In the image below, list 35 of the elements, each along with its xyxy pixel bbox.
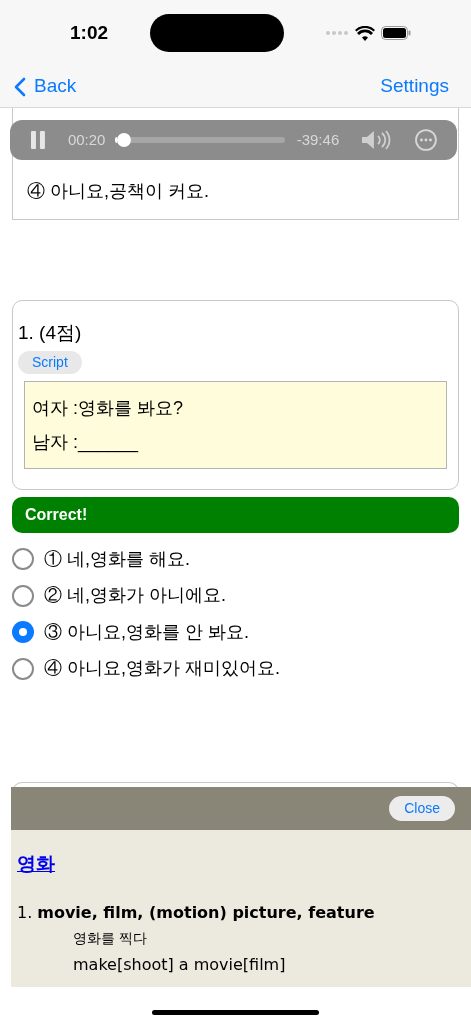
answer-option-text: ② 네,영화가 아니에요. xyxy=(44,584,227,608)
headword-link[interactable]: 영화 xyxy=(17,853,55,874)
example-text: make[shoot] a movie[film] xyxy=(72,953,287,976)
wifi-icon xyxy=(355,25,375,41)
remaining-time: -39:46 xyxy=(296,129,340,150)
more-icon[interactable] xyxy=(415,129,437,151)
elapsed-time: 00:20 xyxy=(67,129,106,150)
pause-icon[interactable] xyxy=(30,131,46,149)
sense-number: 1. xyxy=(17,901,33,924)
battery-icon xyxy=(381,26,411,40)
answer-option[interactable]: ④ 아니요,영화가 재미있어요. xyxy=(0,650,471,687)
answer-option[interactable]: ② 네,영화가 아니에요. xyxy=(0,577,471,614)
radio-button[interactable] xyxy=(12,657,34,680)
answer-option-text: ① 네,영화를 해요. xyxy=(44,547,191,571)
sense-meaning: movie, film, (motion) picture, feature xyxy=(37,901,375,924)
answer-option-text: ④ 아니요,영화가 재미있어요. xyxy=(44,657,281,681)
chevron-left-icon xyxy=(14,76,26,97)
answer-option-text: ③ 아니요,영화를 안 봐요. xyxy=(44,620,250,644)
radio-button[interactable] xyxy=(12,548,34,571)
back-button[interactable]: Back xyxy=(14,72,77,101)
answer-option[interactable]: ③ 아니요,영화를 안 봐요. xyxy=(0,614,471,651)
signal-icon xyxy=(325,30,349,36)
radio-button[interactable] xyxy=(12,621,34,644)
question-title: 1. (4점) xyxy=(18,321,83,345)
radio-button[interactable] xyxy=(12,584,34,607)
answer-option-text: ④ 아니요,공책이 커요. xyxy=(27,180,211,203)
script-line: 남자 :______ xyxy=(32,431,140,454)
settings-button[interactable]: Settings xyxy=(380,72,449,101)
script-line: 여자 :영화를 봐요? xyxy=(32,397,184,420)
result-banner: Correct! xyxy=(12,497,459,533)
example-text: 영화를 찍다 xyxy=(72,928,149,948)
progress-thumb[interactable] xyxy=(117,133,131,147)
status-time: 1:02 xyxy=(70,20,109,45)
speaker-icon[interactable] xyxy=(361,130,392,150)
answer-option[interactable]: ① 네,영화를 해요. xyxy=(0,541,471,578)
